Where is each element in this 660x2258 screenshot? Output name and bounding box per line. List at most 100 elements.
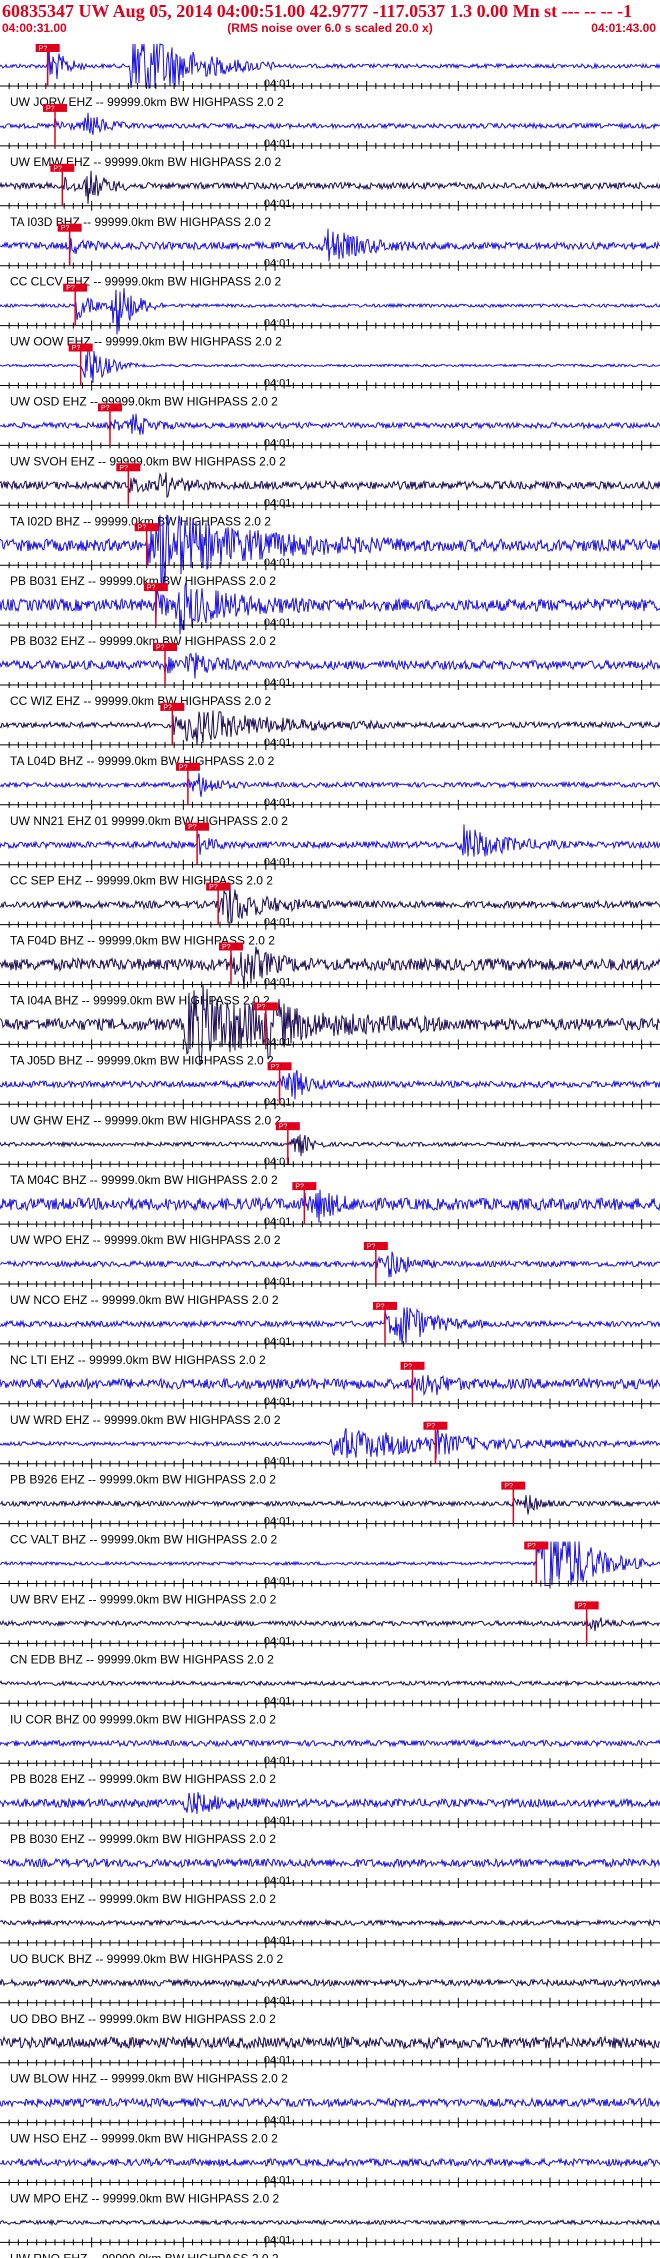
- station-label: PB B926 EHZ -- 99999.0km BW HIGHPASS 2.0…: [10, 1473, 276, 1487]
- trace-26: [0, 1617, 660, 1632]
- minute-label: 04:01: [264, 1815, 292, 1827]
- pick-label: P?: [188, 824, 197, 831]
- minute-label: 04:01: [264, 1216, 292, 1228]
- station-label: CC SEP EHZ -- 99999.0km BW HIGHPASS 2.0 …: [10, 874, 273, 888]
- minute-label: 04:01: [264, 378, 292, 390]
- minute-label: 04:01: [264, 797, 292, 809]
- station-label: PB B031 EHZ -- 99999.0km BW HIGHPASS 2.0…: [10, 574, 276, 588]
- trace-33: [0, 2035, 660, 2050]
- pick-label: P?: [222, 944, 231, 951]
- pick-label: P?: [578, 1603, 587, 1610]
- pick-label: P?: [527, 1543, 536, 1550]
- minute-label: 04:01: [264, 78, 292, 90]
- trace-36: [0, 2218, 660, 2227]
- trace-32: [0, 1977, 660, 1988]
- minute-label: 04:01: [264, 1635, 292, 1647]
- pick-label: P?: [138, 525, 147, 532]
- minute-label: 04:01: [264, 2175, 292, 2187]
- station-label: TA J05D BHZ -- 99999.0km BW HIGHPASS 2.0…: [10, 1053, 274, 1067]
- minute-label: 04:01: [264, 2234, 292, 2246]
- pick-label: P?: [39, 46, 48, 53]
- minute-label: 04:01: [264, 138, 292, 150]
- minute-label: 04:01: [264, 677, 292, 689]
- minute-label: 04:01: [264, 1995, 292, 2007]
- minute-label: 04:01: [264, 198, 292, 210]
- pick-label: P?: [66, 285, 75, 292]
- station-label: UW BRV EHZ -- 99999.0km BW HIGHPASS 2.0 …: [10, 1593, 277, 1607]
- trace-31: [0, 1918, 660, 1928]
- pick-label: P?: [163, 704, 172, 711]
- pick-label: P?: [61, 225, 70, 232]
- station-label: TA I03D BHZ -- 99999.0km BW HIGHPASS 2.0…: [10, 215, 271, 229]
- trace-11: [0, 710, 660, 745]
- minute-label: 04:01: [264, 1036, 292, 1048]
- minute-label: 04:01: [264, 2115, 292, 2127]
- station-label: UO BUCK BHZ -- 99999.0km BW HIGHPASS 2.0…: [10, 1952, 284, 1966]
- minute-label: 04:01: [264, 437, 292, 449]
- trace-22: [0, 1374, 660, 1397]
- minute-label: 04:01: [264, 497, 292, 509]
- trace-1: [0, 112, 660, 135]
- minute-label: 04:01: [264, 1096, 292, 1108]
- pick-label: P?: [271, 1064, 280, 1071]
- pick-label: P?: [119, 465, 128, 472]
- station-label: TA L04D BHZ -- 99999.0km BW HIGHPASS 2.0…: [10, 754, 275, 768]
- trace-28: [0, 1738, 660, 1748]
- pick-label: P?: [179, 764, 188, 771]
- station-label: UW SVOH EHZ -- 99999.0km BW HIGHPASS 2.0…: [10, 454, 286, 468]
- trace-24: [0, 1495, 660, 1515]
- pick-label: P?: [279, 1124, 288, 1131]
- end-time: 04:01:43.00: [591, 21, 656, 35]
- station-label: CC VALT BHZ -- 99999.0km BW HIGHPASS 2.0…: [10, 1533, 278, 1547]
- station-label: UO DBO BHZ -- 99999.0km BW HIGHPASS 2.0 …: [10, 2012, 276, 2026]
- station-label: TA I04A BHZ -- 99999.0km BW HIGHPASS 2.0…: [10, 994, 270, 1008]
- trace-10: [0, 652, 660, 679]
- trace-35: [0, 2157, 660, 2168]
- station-label: UW WRD EHZ -- 99999.0km BW HIGHPASS 2.0 …: [10, 1413, 281, 1427]
- trace-7: [0, 472, 660, 499]
- trace-0: [0, 43, 660, 89]
- event-title: 60835347 UW Aug 05, 2014 04:00:51.00 42.…: [2, 1, 633, 21]
- pick-label: P?: [404, 1363, 413, 1370]
- trace-3: [0, 228, 660, 262]
- station-label: PB B032 EHZ -- 99999.0km BW HIGHPASS 2.0…: [10, 634, 276, 648]
- minute-label: 04:01: [264, 1576, 292, 1588]
- trace-18: [0, 1134, 660, 1157]
- station-label: PB B030 EHZ -- 99999.0km BW HIGHPASS 2.0…: [10, 1832, 276, 1846]
- trace-19: [0, 1189, 660, 1223]
- station-label: PB B033 EHZ -- 99999.0km BW HIGHPASS 2.0…: [10, 1892, 276, 1906]
- station-label: UW NCO EHZ -- 99999.0km BW HIGHPASS 2.0 …: [10, 1293, 279, 1307]
- pick-label: P?: [209, 884, 218, 891]
- minute-label: 04:01: [264, 617, 292, 629]
- minute-label: 04:01: [264, 557, 292, 569]
- trace-2: [0, 170, 660, 204]
- trace-27: [0, 1679, 660, 1688]
- station-label: PB B028 EHZ -- 99999.0km BW HIGHPASS 2.0…: [10, 1772, 276, 1786]
- minute-label: 04:01: [264, 1875, 292, 1887]
- rms-note: (RMS noise over 6.0 s scaled 20.0 x): [227, 21, 433, 35]
- pick-label: P?: [46, 105, 55, 112]
- minute-label: 04:01: [264, 737, 292, 749]
- minute-label: 04:01: [264, 917, 292, 929]
- minute-label: 04:01: [264, 1396, 292, 1408]
- plot-header: 60835347 UW Aug 05, 2014 04:00:51.00 42.…: [0, 0, 660, 38]
- pick-label: P?: [376, 1303, 385, 1310]
- station-label: CC CLCV EHZ -- 99999.0km BW HIGHPASS 2.0…: [10, 275, 282, 289]
- minute-label: 04:01: [264, 318, 292, 330]
- minute-label: 04:01: [264, 1755, 292, 1767]
- trace-30: [0, 1857, 660, 1869]
- minute-label: 04:01: [264, 857, 292, 869]
- minute-label: 04:01: [264, 1456, 292, 1468]
- pick-label: P?: [53, 165, 62, 172]
- station-label: CC WIZ EHZ -- 99999.0km BW HIGHPASS 2.0 …: [10, 694, 271, 708]
- station-label: UW BLOW HHZ -- 99999.0km BW HIGHPASS 2.0…: [10, 2072, 288, 2086]
- trace-20: [0, 1251, 660, 1278]
- station-label: UW MPO EHZ -- 99999.0km BW HIGHPASS 2.0 …: [10, 2192, 280, 2206]
- trace-6: [0, 413, 660, 435]
- trace-12: [0, 773, 660, 797]
- pick-label: P?: [295, 1184, 304, 1191]
- station-label: UW OSD EHZ -- 99999.0km BW HIGHPASS 2.0 …: [10, 395, 278, 409]
- pick-label: P?: [147, 585, 156, 592]
- trace-5: [0, 346, 660, 383]
- station-label: UW HSO EHZ -- 99999.0km BW HIGHPASS 2.0 …: [10, 2132, 278, 2146]
